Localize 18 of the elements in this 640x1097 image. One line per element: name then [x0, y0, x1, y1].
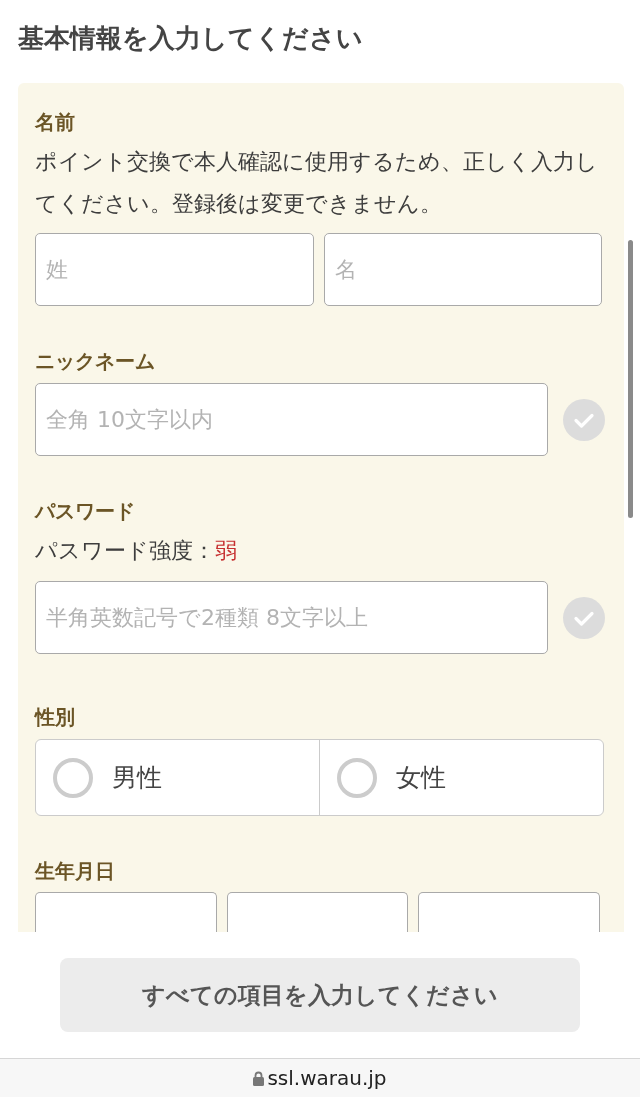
- radio-option[interactable]: 男性: [36, 740, 319, 815]
- field-label: 性別: [35, 704, 76, 730]
- url-text: ssl.warau.jp: [267, 1066, 387, 1090]
- date-field[interactable]: [418, 892, 600, 932]
- field-label: ニックネーム: [35, 348, 156, 374]
- field-label: 名前: [35, 109, 76, 135]
- date-field[interactable]: [226, 892, 409, 932]
- input-field[interactable]: 姓: [35, 233, 314, 306]
- input-field[interactable]: 全角 10文字以内: [35, 383, 548, 456]
- radio-option[interactable]: 女性: [319, 740, 603, 815]
- field-note: ポイント交換で本人確認に使用するため、正しく入力してください。登録後は変更できません。: [35, 148, 599, 218]
- page-title: 基本情報を入力してください: [18, 22, 364, 55]
- input-field[interactable]: 名: [323, 233, 602, 306]
- field-label: 生年月日: [35, 858, 116, 884]
- field-label: パスワード: [35, 498, 136, 524]
- password-strength-text: パスワード強度：弱: [35, 538, 238, 564]
- date-field[interactable]: [35, 892, 217, 932]
- input-field[interactable]: 半角英数記号で2種類 8文字以上: [35, 581, 548, 654]
